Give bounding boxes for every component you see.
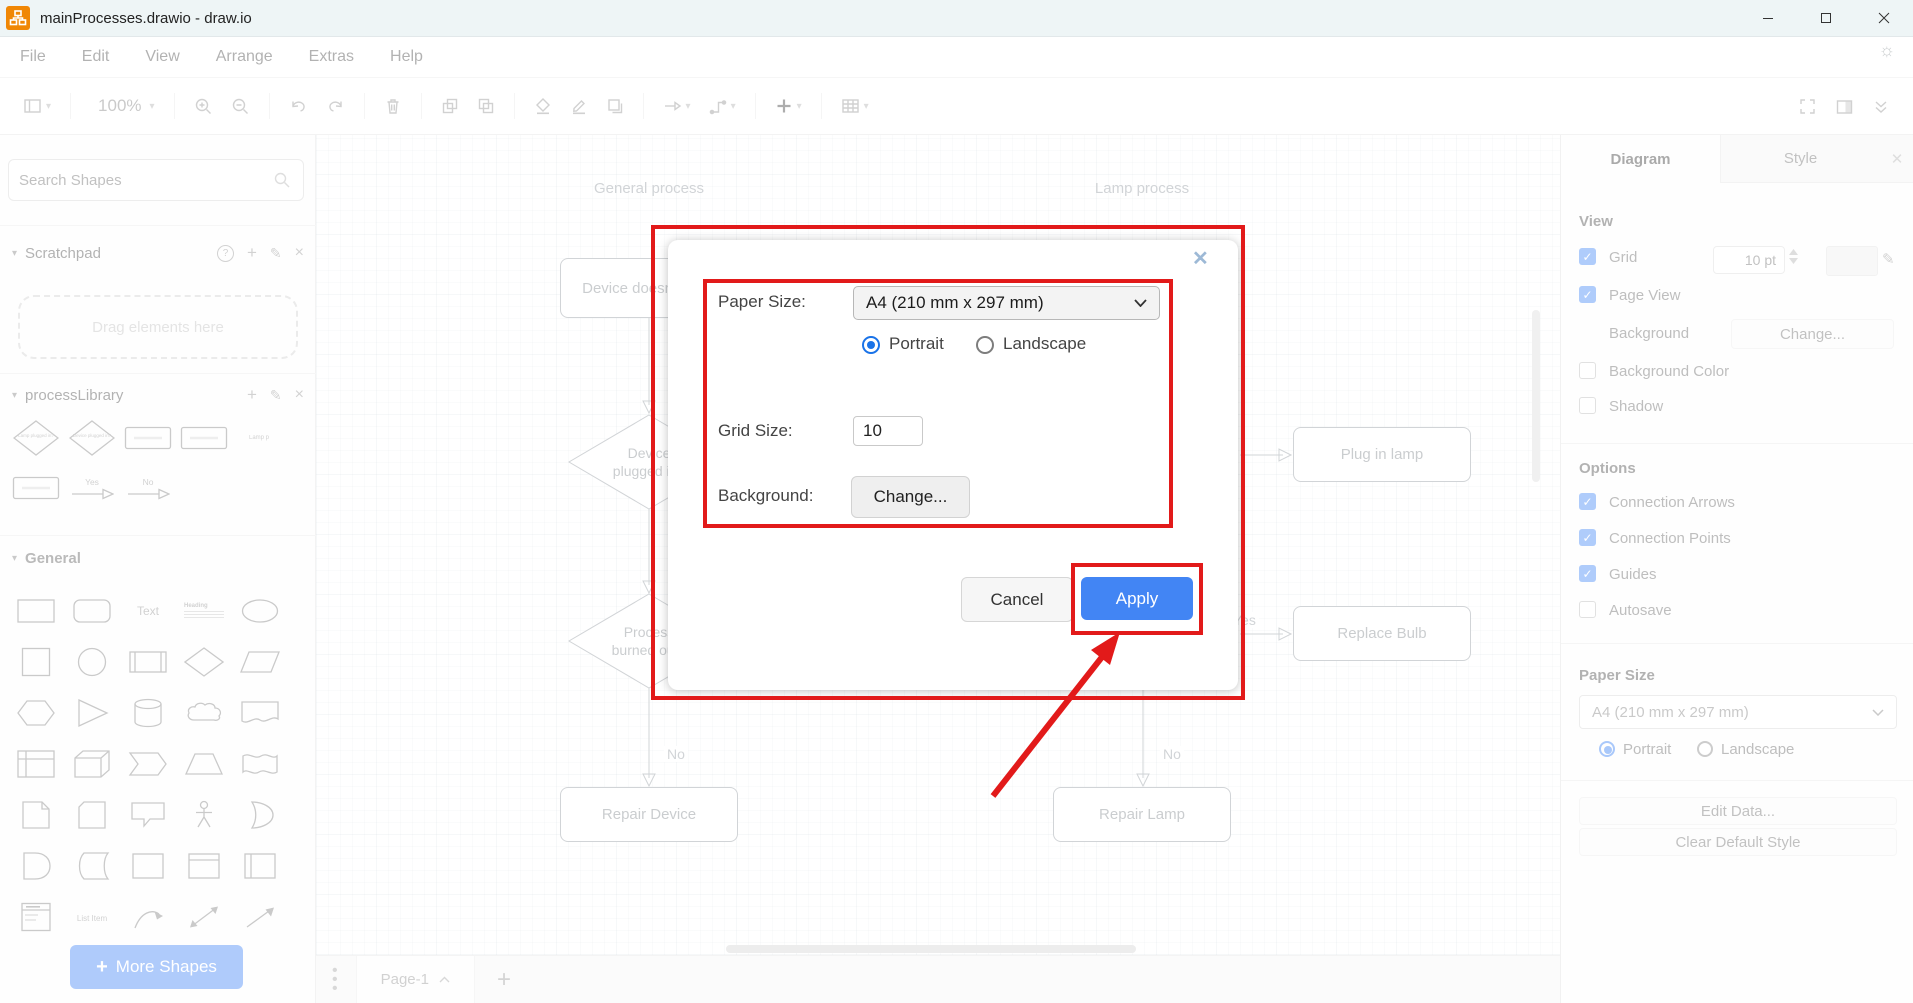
window-title: mainProcesses.drawio - draw.io xyxy=(40,10,252,27)
landscape-label: Landscape xyxy=(1003,334,1086,354)
landscape-radio[interactable] xyxy=(976,336,994,354)
grid-size-label: Grid Size: xyxy=(718,421,793,441)
grid-size-field[interactable] xyxy=(853,416,923,446)
maximize-button[interactable] xyxy=(1797,0,1855,36)
apply-button[interactable]: Apply xyxy=(1081,577,1193,620)
drawio-logo-icon xyxy=(6,6,30,30)
background-change-button[interactable]: Change... xyxy=(851,476,970,518)
cancel-button[interactable]: Cancel xyxy=(961,577,1073,622)
paper-size-selected-value: A4 (210 mm x 297 mm) xyxy=(866,293,1044,313)
page-setup-dialog: ✕ Paper Size: A4 (210 mm x 297 mm) Portr… xyxy=(668,240,1238,690)
portrait-label: Portrait xyxy=(889,334,944,354)
chevron-down-icon xyxy=(1134,299,1147,307)
dialog-close-icon[interactable]: ✕ xyxy=(1192,246,1209,271)
close-button[interactable] xyxy=(1855,0,1913,36)
paper-size-label: Paper Size: xyxy=(718,292,806,312)
background-label: Background: xyxy=(718,486,813,506)
portrait-radio[interactable] xyxy=(862,336,880,354)
title-bar: mainProcesses.drawio - draw.io xyxy=(0,0,1913,37)
drawio-app: mainProcesses.drawio - draw.io File Edit… xyxy=(0,0,1913,1003)
minimize-button[interactable] xyxy=(1739,0,1797,36)
paper-size-dropdown[interactable]: A4 (210 mm x 297 mm) xyxy=(853,286,1160,320)
